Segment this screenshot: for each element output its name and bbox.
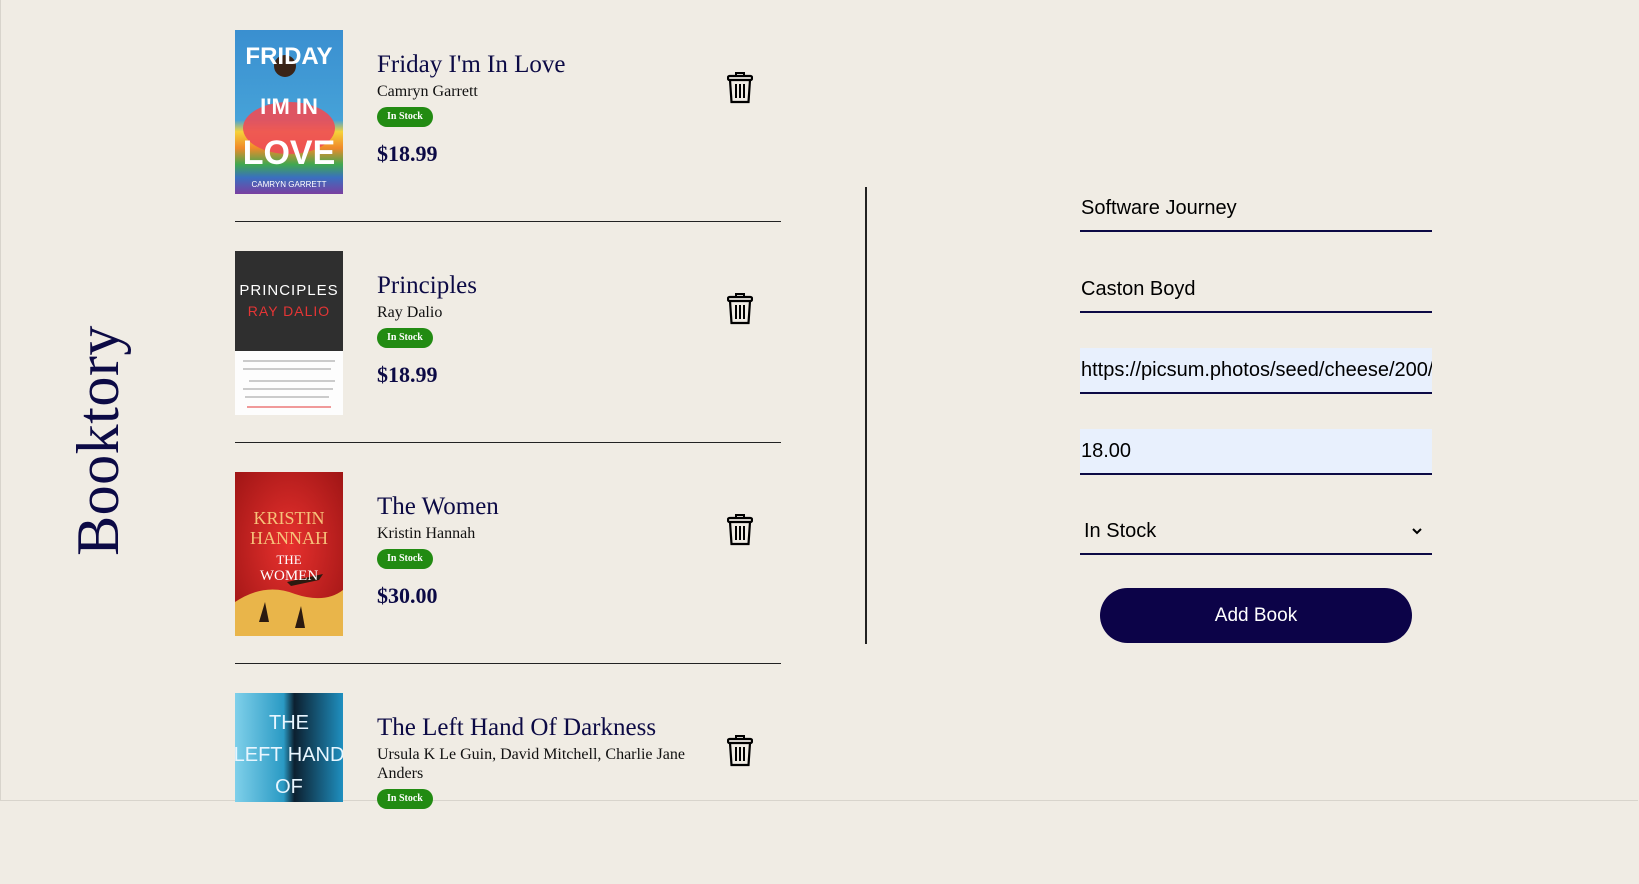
book-cover-image: KRISTIN HANNAH THE WOMEN	[235, 472, 343, 636]
book-info: Friday I'm In Love Camryn Garrett In Sto…	[377, 50, 697, 167]
cover-text: KRISTIN	[254, 508, 325, 528]
cover-text: OF	[275, 776, 303, 798]
delete-button[interactable]	[725, 292, 755, 326]
trash-icon	[727, 72, 753, 104]
title-input[interactable]	[1080, 186, 1432, 230]
status-badge: In Stock	[377, 789, 433, 809]
cover-text: THE	[276, 552, 301, 567]
status-badge: In Stock	[377, 328, 433, 348]
cover-text: THE	[269, 712, 309, 734]
author-input[interactable]	[1080, 267, 1432, 311]
brand-logo: Booktory	[28, 320, 168, 560]
chevron-down-icon	[1412, 528, 1422, 535]
book-cover: PRINCIPLES RAY DALIO	[235, 251, 343, 415]
book-cover: KRISTIN HANNAH THE WOMEN	[235, 472, 343, 636]
status-select[interactable]: In Stock	[1080, 509, 1432, 555]
book-item: PRINCIPLES RAY DALIO Principles Ray Dali…	[235, 221, 781, 443]
book-item: FRIDAY I'M IN LOVE CAMRYN GARRETT Friday…	[235, 0, 781, 222]
book-title: Principles	[377, 272, 477, 299]
delete-button[interactable]	[725, 734, 755, 768]
book-price: $18.99	[377, 141, 438, 166]
cover-text: CAMRYN GARRETT	[252, 180, 327, 189]
price-field	[1080, 429, 1432, 475]
cover-text: HANNAH	[250, 528, 328, 548]
add-book-button[interactable]: Add Book	[1100, 588, 1412, 643]
book-item: KRISTIN HANNAH THE WOMEN The Women Krist…	[235, 442, 781, 664]
price-input[interactable]	[1080, 429, 1432, 473]
cover-text: I'M IN	[260, 94, 318, 119]
cover-text: FRIDAY	[245, 43, 332, 70]
cover-text: LEFT HAND	[235, 744, 343, 766]
book-title: The Left Hand Of Darkness	[377, 714, 657, 741]
book-price: $18.99	[377, 362, 438, 387]
status-select-value: In Stock	[1084, 519, 1157, 542]
book-price: $30.00	[377, 583, 438, 608]
book-cover: FRIDAY I'M IN LOVE CAMRYN GARRETT	[235, 30, 343, 194]
book-title: Friday I'm In Love	[377, 51, 566, 78]
book-author: Kristin Hannah	[377, 525, 476, 542]
trash-icon	[727, 514, 753, 546]
book-info: The Women Kristin Hannah In Stock $30.00	[377, 492, 697, 609]
book-author: Ray Dalio	[377, 304, 443, 321]
trash-icon	[727, 293, 753, 325]
vertical-divider	[865, 187, 867, 644]
author-field	[1080, 267, 1432, 313]
book-info: The Left Hand Of Darkness Ursula K Le Gu…	[377, 713, 697, 809]
book-title: The Women	[377, 493, 499, 520]
book-cover-image: FRIDAY I'M IN LOVE CAMRYN GARRETT	[235, 30, 343, 194]
book-item: THE LEFT HAND OF The Left Hand Of Darkne…	[235, 663, 781, 884]
book-cover-image: PRINCIPLES RAY DALIO	[235, 251, 343, 415]
cover-text: WOMEN	[260, 568, 318, 584]
status-badge: In Stock	[377, 107, 433, 127]
brand-title: Booktory	[64, 324, 131, 556]
delete-button[interactable]	[725, 513, 755, 547]
book-author: Camryn Garrett	[377, 83, 478, 100]
delete-button[interactable]	[725, 71, 755, 105]
cover-text: LOVE	[243, 134, 336, 172]
trash-icon	[727, 735, 753, 767]
status-badge: In Stock	[377, 549, 433, 569]
cover-text: RAY DALIO	[248, 303, 330, 319]
image-url-input[interactable]	[1080, 348, 1432, 392]
title-field	[1080, 186, 1432, 232]
book-cover-image: THE LEFT HAND OF	[235, 693, 343, 802]
book-author: Ursula K Le Guin, David Mitchell, Charli…	[377, 746, 685, 782]
image-url-field	[1080, 348, 1432, 394]
book-cover: THE LEFT HAND OF	[235, 693, 343, 802]
cover-text: PRINCIPLES	[239, 282, 338, 299]
book-info: Principles Ray Dalio In Stock $18.99	[377, 271, 697, 388]
